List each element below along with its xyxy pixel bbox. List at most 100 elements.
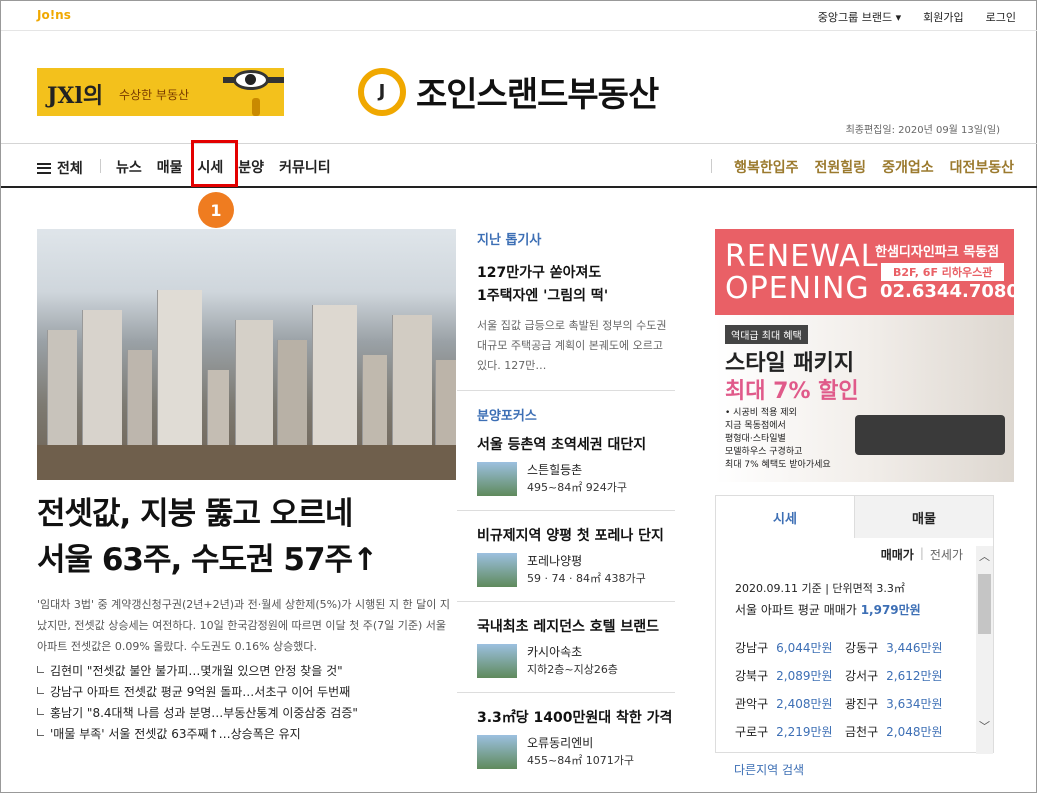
top-links: 중앙그룹 브랜드 ▾ 회원가입 로그인 xyxy=(818,9,1016,25)
logo-j-icon: J xyxy=(358,67,406,116)
ad-renewal-text: RENEWAL OPENING xyxy=(725,241,878,305)
district-name[interactable]: 관악구 xyxy=(735,690,768,718)
district-price: 3,634만원 xyxy=(886,697,943,711)
ad-small-line: • 시공비 적용 제외 xyxy=(725,408,797,418)
price-tabs: 시세 매물 xyxy=(716,496,993,538)
ad-renewal-line2: OPENING xyxy=(725,271,870,306)
district-name[interactable]: 광진구 xyxy=(845,690,878,718)
promo-banner[interactable]: JXl의 수상한 부동산 xyxy=(37,68,284,116)
focus-section-title: 분양포커스 xyxy=(477,409,537,424)
ad-floor: B2F, 6F 리하우스관 xyxy=(881,263,1005,281)
focus-item-title: 국내최초 레지던스 호텔 브랜드 xyxy=(477,619,660,635)
focus-item-title: 비규제지역 양평 첫 포레나 단지 xyxy=(477,528,664,544)
ad-tag: 역대급 최대 혜택 xyxy=(725,325,808,344)
nav-item-daejeon[interactable]: 대전부동산 xyxy=(950,157,1014,177)
price-average: 서울 아파트 평균 매매가 1,979만원 xyxy=(735,601,921,618)
related-article[interactable]: 김현미 "전셋값 불안 불가피…몇개월 있으면 안정 찾을 것" xyxy=(37,661,358,682)
focus-item-info: 455~84㎡ 1071가구 xyxy=(527,754,634,767)
focus-item[interactable]: 서울 등촌역 초역세권 대단지 스튼힐등촌 495~84㎡ 924가구 xyxy=(477,434,675,496)
nav-item-news[interactable]: 뉴스 xyxy=(116,157,142,177)
district-name[interactable]: 강남구 xyxy=(735,634,768,662)
main-nav: 전체 뉴스 매물 시세 분양 커뮤니티 행복한입주 전원힐링 중개업소 대전부동… xyxy=(1,144,1037,188)
price-panel: 시세 매물 매매가 | 전세가 2020.09.11 기준 | 단위면적 3.3… xyxy=(715,495,994,754)
hero-headline-line1: 전셋값, 지붕 뚫고 오르네 xyxy=(37,496,353,532)
price-average-label: 서울 아파트 평균 매매가 xyxy=(735,603,857,617)
middle-column: 지난 톱기사 127만가구 쏟아져도 1주택자엔 '그림의 떡' 서울 집값 급… xyxy=(457,229,675,769)
joins-logo[interactable]: Jo!ns xyxy=(37,8,71,22)
focus-item-name: 오류동리엔비 xyxy=(527,736,594,750)
district-price: 6,044만원 xyxy=(776,641,833,655)
ad-discount: 최대 7% 할인 xyxy=(725,379,859,404)
scroll-down-icon[interactable]: ﹀ xyxy=(979,718,990,734)
ad-banner[interactable]: RENEWAL OPENING 한샘디자인파크 목동점 B2F, 6F 리하우스… xyxy=(715,229,1014,482)
nav-item-agencies[interactable]: 중개업소 xyxy=(882,157,934,177)
last-edit-date: 최종편집일: 2020년 09월 13일(일) xyxy=(845,125,1000,136)
focus-item[interactable]: 비규제지역 양평 첫 포레나 단지 포레나양평 59 · 74 · 84㎡ 438… xyxy=(477,525,675,587)
focus-item-thumbnail xyxy=(477,462,517,496)
focus-item[interactable]: 국내최초 레지던스 호텔 브랜드 카시아속초 지하2층~지상26층 xyxy=(477,616,675,678)
hero-image[interactable] xyxy=(37,229,456,480)
nav-right-items: 행복한입주 전원힐링 중개업소 대전부동산 xyxy=(734,157,1014,177)
ad-bottom-section: 역대급 최대 혜택 스타일 패키지 최대 7% 할인 • 시공비 적용 제외 지… xyxy=(715,315,1014,482)
nav-all-menu[interactable]: 전체 xyxy=(37,158,83,178)
scroll-thumb[interactable] xyxy=(978,574,991,634)
other-region-search-link[interactable]: 다른지역 검색 xyxy=(734,761,804,778)
district-name[interactable]: 강동구 xyxy=(845,634,878,662)
district-name[interactable]: 강서구 xyxy=(845,662,878,690)
district-price-grid: 강남구 6,044만원 강동구 3,446만원 강북구 2,089만원 강서구 2,61… xyxy=(735,634,955,746)
district-name[interactable]: 금천구 xyxy=(845,718,878,746)
subtab-jeonse-price[interactable]: 전세가 xyxy=(930,546,963,563)
site-logo[interactable]: J 조인스랜드부동산 xyxy=(358,67,659,116)
district-name[interactable]: 구로구 xyxy=(735,718,768,746)
last-week-text[interactable]: 서울 집값 급등으로 촉발된 정부의 수도권 대규모 주택공급 계획이 본궤도에… xyxy=(477,316,675,376)
tab-prices[interactable]: 시세 xyxy=(716,496,855,538)
nav-item-happy-move[interactable]: 행복한입주 xyxy=(734,157,798,177)
nav-item-country-healing[interactable]: 전원힐링 xyxy=(815,157,867,177)
ad-small-line: 모델하우스 구경하고 xyxy=(725,447,803,457)
district-name[interactable]: 강북구 xyxy=(735,662,768,690)
nav-item-listings[interactable]: 매물 xyxy=(157,157,183,177)
last-week-headline[interactable]: 127만가구 쏟아져도 1주택자엔 '그림의 떡' xyxy=(477,262,675,308)
divider xyxy=(457,510,675,511)
divider xyxy=(457,692,675,693)
divider xyxy=(457,601,675,602)
focus-item-info: 지하2층~지상26층 xyxy=(527,663,618,676)
signup-link[interactable]: 회원가입 xyxy=(923,9,963,25)
focus-item[interactable]: 3.3㎡당 1400만원대 착한 가격 오류동리엔비 455~84㎡ 1071가구 xyxy=(477,707,675,769)
ad-top-section: RENEWAL OPENING 한샘디자인파크 목동점 B2F, 6F 리하우스… xyxy=(715,229,1014,315)
related-article[interactable]: 강남구 아파트 전셋값 평균 9억원 돌파…서초구 이어 두번째 xyxy=(37,682,358,703)
last-week-headline-line1: 127만가구 쏟아져도 xyxy=(477,265,602,281)
panel-scrollbar[interactable]: ︿ ﹀ xyxy=(976,546,993,754)
last-week-headline-line2: 1주택자엔 '그림의 떡' xyxy=(477,288,609,304)
related-article[interactable]: 홍남기 "8.4대책 나름 성과 분명…부동산통계 이중삼중 검증" xyxy=(37,703,358,724)
district-price: 2,048만원 xyxy=(886,725,943,739)
top-bar: Jo!ns 중앙그룹 브랜드 ▾ 회원가입 로그인 xyxy=(1,1,1037,31)
district-price: 2,089만원 xyxy=(776,669,833,683)
price-subtabs: 매매가 | 전세가 xyxy=(881,546,963,563)
subtab-separator: | xyxy=(919,546,924,560)
hero-headline[interactable]: 전셋값, 지붕 뚫고 오르네 서울 63주, 수도권 57주↑ xyxy=(37,491,378,583)
hero-headline-line2: 서울 63주, 수도권 57주↑ xyxy=(37,542,378,578)
nose-shape xyxy=(252,98,260,116)
login-link[interactable]: 로그인 xyxy=(986,9,1016,25)
nav-item-presale[interactable]: 분양 xyxy=(238,157,264,177)
district-price: 2,612만원 xyxy=(886,669,943,683)
district-row: 강남구 6,044만원 강동구 3,446만원 xyxy=(735,634,955,662)
group-brand-link[interactable]: 중앙그룹 브랜드 ▾ xyxy=(818,9,901,25)
focus-item-name: 스튼힐등촌 xyxy=(527,463,583,477)
nav-item-community[interactable]: 커뮤니티 xyxy=(279,157,331,177)
nav-right-divider xyxy=(711,159,712,173)
hero-summary[interactable]: '임대차 3법' 중 계약갱신청구권(2년+2년)과 전·월세 상한제(5%)가… xyxy=(37,594,456,657)
focus-item-thumbnail xyxy=(477,553,517,587)
ad-small-line: 지금 목동점에서 xyxy=(725,421,786,431)
site-title: 조인스랜드부동산 xyxy=(416,75,659,115)
divider xyxy=(457,390,675,391)
related-article[interactable]: '매물 부족' 서울 전셋값 63주째↑…상승폭은 유지 xyxy=(37,724,358,745)
focus-item-thumbnail xyxy=(477,644,517,678)
ad-small-line: 최대 7% 혜택도 받아가세요 xyxy=(725,460,831,470)
tab-listings[interactable]: 매물 xyxy=(855,496,993,538)
ad-phone: 02.6344.7080 xyxy=(880,281,1014,302)
subtab-sale-price[interactable]: 매매가 xyxy=(881,546,914,563)
scroll-up-icon[interactable]: ︿ xyxy=(979,548,990,564)
minion-eye-icon xyxy=(233,70,269,90)
